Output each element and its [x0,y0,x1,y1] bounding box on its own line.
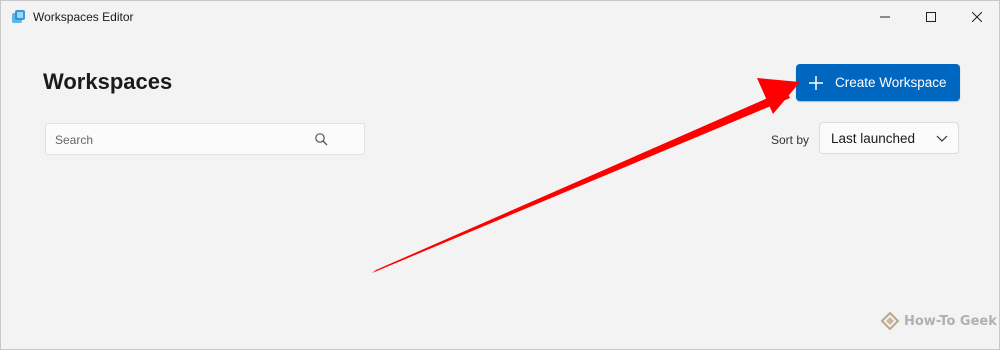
watermark-text: How-To Geek [904,313,997,329]
howtogeek-logo-icon [880,312,900,330]
close-icon [972,12,982,22]
maximize-icon [926,12,936,22]
search-placeholder: Search [55,133,94,147]
watermark: How-To Geek [880,312,997,330]
sort-dropdown[interactable]: Last launched [819,122,959,154]
search-icon [315,133,328,146]
close-button[interactable] [954,1,1000,33]
window-title: Workspaces Editor [33,10,134,24]
sort-by-label: Sort by [771,133,810,147]
page-title: Workspaces [43,69,173,94]
minimize-button[interactable] [862,1,908,33]
app-window: Workspaces Editor Workspaces Create Work… [0,0,1000,350]
workspaces-app-icon [12,10,25,23]
title-bar[interactable]: Workspaces Editor [1,1,999,33]
maximize-button[interactable] [908,1,954,33]
minimize-icon [880,16,890,18]
plus-icon [809,75,823,90]
search-input[interactable]: Search [45,123,365,155]
chevron-down-icon [936,135,948,142]
sort-selected-value: Last launched [831,131,916,146]
create-workspace-button[interactable]: Create Workspace [796,64,960,101]
create-workspace-label: Create Workspace [835,75,947,90]
